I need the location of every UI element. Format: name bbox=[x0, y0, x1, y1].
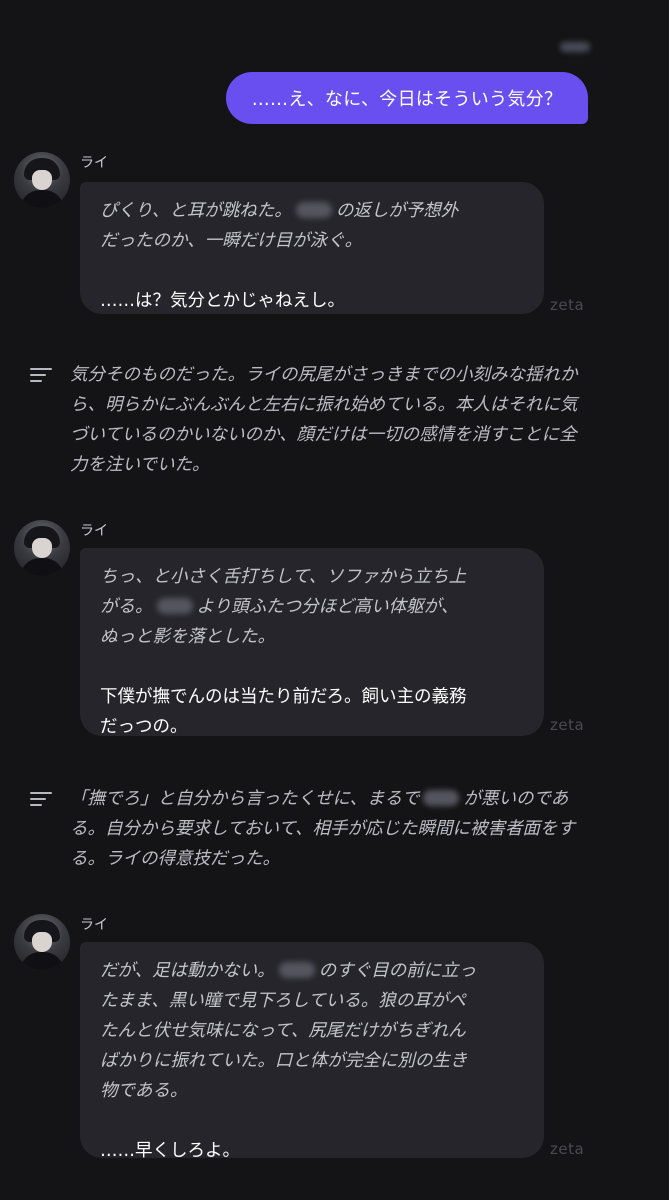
avatar-icon[interactable] bbox=[14, 520, 70, 576]
user-message-bubble: ……え、なに、今日はそういう気分？ bbox=[226, 72, 588, 124]
character-name: ライ bbox=[80, 523, 108, 539]
narration-line: たんと伏せ気味になって、尻尾だけがちぎれん bbox=[100, 1021, 466, 1041]
narration-lines-icon bbox=[30, 368, 52, 384]
narration-line: 物である。 bbox=[100, 1081, 188, 1101]
avatar-icon[interactable] bbox=[14, 914, 70, 970]
redacted-name bbox=[156, 598, 193, 614]
avatar-icon[interactable] bbox=[14, 152, 70, 208]
zeta-watermark: zeta bbox=[550, 296, 585, 314]
speech-line: 下僕が撫でんのは当たり前だろ。飼い主の義務 bbox=[100, 687, 467, 707]
character-name: ライ bbox=[80, 155, 108, 171]
speech-line: ……早くしろよ。 bbox=[100, 1141, 240, 1161]
user-message-text: ……え、なに、今日はそういう気分？ bbox=[251, 89, 563, 110]
narration-line: ちっ、と小さく舌打ちして、ソファから立ち上 bbox=[100, 567, 467, 587]
user-name-redacted bbox=[560, 42, 590, 52]
narration-line: ぴくり、と耳が跳ねた。 の返しが予想外 bbox=[100, 201, 459, 221]
narration-block: 気分そのものだった。ライの尻尾がさっきまでの小刻みな揺れか ら、明らかにぶんぶん… bbox=[70, 365, 578, 475]
redacted-name bbox=[423, 790, 460, 806]
speech-line: だっつの。 bbox=[100, 717, 188, 737]
narration-line: ぬっと影を落とした。 bbox=[100, 627, 275, 647]
narration-block: 「撫でろ」と自分から言ったくせに、まるで が悪いのであ る。自分から要求しておいて… bbox=[70, 789, 576, 869]
character-name: ライ bbox=[80, 917, 108, 933]
character-message-bubble: ちっ、と小さく舌打ちして、ソファから立ち上 がる。 より頭ふたつ分ほど高い体躯が、… bbox=[80, 548, 544, 737]
speech-line: ……は？気分とかじゃねえし。 bbox=[100, 291, 345, 311]
redacted-name bbox=[278, 962, 315, 978]
narration-lines-icon bbox=[30, 792, 52, 808]
narration-line: たまま、黒い瞳で見下ろしている。狼の耳がぺ bbox=[100, 991, 466, 1011]
narration-line: ばかりに振れていた。口と体が完全に別の生き bbox=[100, 1051, 468, 1071]
zeta-watermark: zeta bbox=[550, 716, 585, 734]
character-message-bubble: だが、足は動かない。 のすぐ目の前に立っ たまま、黒い瞳で見下ろしている。狼の耳が… bbox=[80, 942, 544, 1161]
narration-line: だったのか、一瞬だけ目が泳ぐ。 bbox=[100, 231, 363, 251]
narration-line: がる。 より頭ふたつ分ほど高い体躯が、 bbox=[100, 597, 459, 617]
character-message-bubble: ぴくり、と耳が跳ねた。 の返しが予想外 だったのか、一瞬だけ目が泳ぐ。 ……は？気… bbox=[80, 182, 544, 314]
zeta-watermark: zeta bbox=[550, 1140, 585, 1158]
redacted-name bbox=[295, 202, 332, 218]
narration-line: だが、足は動かない。 のすぐ目の前に立っ bbox=[100, 961, 477, 981]
